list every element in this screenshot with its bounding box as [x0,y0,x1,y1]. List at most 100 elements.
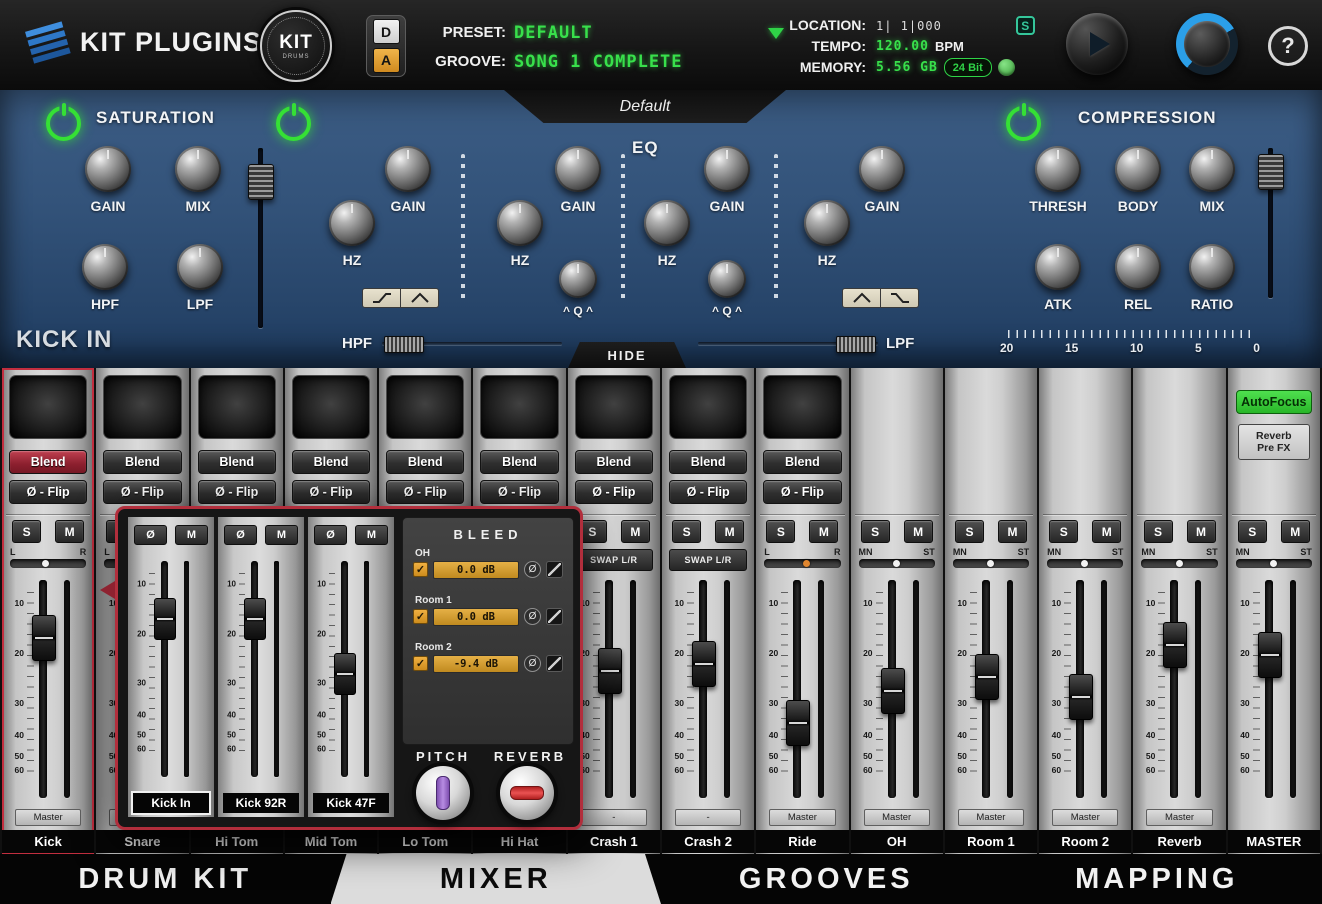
compression-fader-handle[interactable] [1258,154,1284,190]
mute-button[interactable]: M [621,520,650,543]
solo-button[interactable]: S [861,520,890,543]
knob[interactable] [1189,244,1235,290]
stereo-width-control[interactable]: MNST [1139,547,1219,573]
mic-name-button[interactable]: Kick 47F [313,793,389,813]
stereo-width-control[interactable]: MNST [1045,547,1125,573]
knob[interactable] [175,146,221,192]
drum-pad[interactable] [198,375,276,439]
knob[interactable] [329,200,375,246]
eq-lowpass-shape-button[interactable] [881,288,919,308]
pan-slider-handle[interactable] [1176,560,1183,567]
fader-handle[interactable] [244,598,266,640]
knob[interactable] [1189,146,1235,192]
mute-button[interactable]: M [355,525,388,545]
blend-button[interactable]: Blend [103,450,181,474]
pan-slider-track[interactable] [953,559,1029,568]
phase-button[interactable]: Ø [134,525,167,545]
bit-depth-badge[interactable]: 24 Bit [944,58,992,77]
solo-button[interactable]: S [955,520,984,543]
fader-handle[interactable] [975,654,999,700]
output-routing-button[interactable]: - [581,809,647,826]
knob[interactable] [85,146,131,192]
fader-handle[interactable] [1163,622,1187,668]
saturation-power-button[interactable] [46,106,81,141]
pan-slider-track[interactable] [10,559,86,568]
pan-slider-handle[interactable] [1081,560,1088,567]
drum-pad[interactable] [669,375,747,439]
digital-badge[interactable]: D [373,19,400,44]
bleed-mini-knob-icon[interactable] [546,561,563,578]
phase-flip-button[interactable]: Ø - Flip [9,480,87,504]
pan-slider-track[interactable] [859,559,935,568]
mute-button[interactable]: M [998,520,1027,543]
blend-button[interactable]: Blend [198,450,276,474]
channel-preset-tab[interactable]: Default [504,90,786,123]
eq-highpass-shape-button[interactable] [362,288,401,308]
master-volume-knob[interactable] [1176,13,1238,75]
blend-button[interactable]: Blend [292,450,370,474]
knob[interactable] [859,146,905,192]
solo-button[interactable]: S [672,520,701,543]
eq-hpf-slider-handle[interactable] [384,336,424,353]
pan-control[interactable]: LR [762,547,842,573]
blend-button[interactable]: Blend [9,450,87,474]
reverb-knob[interactable] [500,766,554,820]
groove-value[interactable]: SONG 1 COMPLETE [514,52,683,72]
mute-button[interactable]: M [904,520,933,543]
swap-lr-button[interactable]: SWAP L/R [575,549,653,571]
swap-lr-button[interactable]: SWAP L/R [669,549,747,571]
compression-power-button[interactable] [1006,106,1041,141]
bleed-phase-button[interactable]: Ø [524,608,541,625]
knob[interactable] [559,260,597,298]
fader-handle[interactable] [1069,674,1093,720]
tab-grooves[interactable]: GROOVES [661,854,992,904]
mute-button[interactable]: M [55,520,84,543]
phase-flip-button[interactable]: Ø - Flip [763,480,841,504]
drum-pad[interactable] [575,375,653,439]
fader-handle[interactable] [154,598,176,640]
fader-handle[interactable] [1258,632,1282,678]
preset-value[interactable]: DEFAULT [514,23,593,43]
output-routing-button[interactable]: Master [769,809,835,826]
blend-button[interactable]: Blend [480,450,558,474]
stereo-width-control[interactable]: MNST [857,547,937,573]
mic-name-button[interactable]: Kick In [133,793,209,813]
phase-flip-button[interactable]: Ø - Flip [575,480,653,504]
fader-handle[interactable] [334,653,356,695]
mute-button[interactable]: M [809,520,838,543]
pan-slider-track[interactable] [1141,559,1217,568]
eq-power-button[interactable] [276,106,311,141]
bleed-enable-checkbox[interactable]: ✓ [413,609,428,624]
fader-handle[interactable] [881,668,905,714]
pan-slider-handle[interactable] [987,560,994,567]
phase-button[interactable]: Ø [224,525,257,545]
eq-lpf-slider[interactable] [698,342,878,345]
saturation-fader-handle[interactable] [248,164,274,200]
knob[interactable] [82,244,128,290]
mute-button[interactable]: M [1092,520,1121,543]
solo-button[interactable]: S [1238,520,1267,543]
output-routing-button[interactable]: Master [15,809,81,826]
solo-button[interactable]: S [12,520,41,543]
knob[interactable] [177,244,223,290]
tempo-value[interactable]: 120.00 [876,39,929,54]
bleed-level-value[interactable]: 0.0 dB [433,561,519,579]
drum-pad[interactable] [480,375,558,439]
pan-control[interactable]: LR [8,547,88,573]
solo-button[interactable]: S [1049,520,1078,543]
bleed-level-value[interactable]: -9.4 dB [433,655,519,673]
fader-handle[interactable] [598,648,622,694]
knob[interactable] [708,260,746,298]
stereo-width-control[interactable]: MNST [951,547,1031,573]
hide-panel-button[interactable]: HIDE [568,342,686,368]
blend-button[interactable]: Blend [386,450,464,474]
output-routing-button[interactable]: - [675,809,741,826]
output-routing-button[interactable]: Master [864,809,930,826]
bleed-mini-knob-icon[interactable] [546,655,563,672]
tab-drum-kit[interactable]: DRUM KIT [0,854,331,904]
help-button[interactable]: ? [1268,26,1308,66]
tab-mixer[interactable]: MIXER [331,854,662,904]
mute-button[interactable]: M [175,525,208,545]
phase-flip-button[interactable]: Ø - Flip [386,480,464,504]
blend-button[interactable]: Blend [669,450,747,474]
